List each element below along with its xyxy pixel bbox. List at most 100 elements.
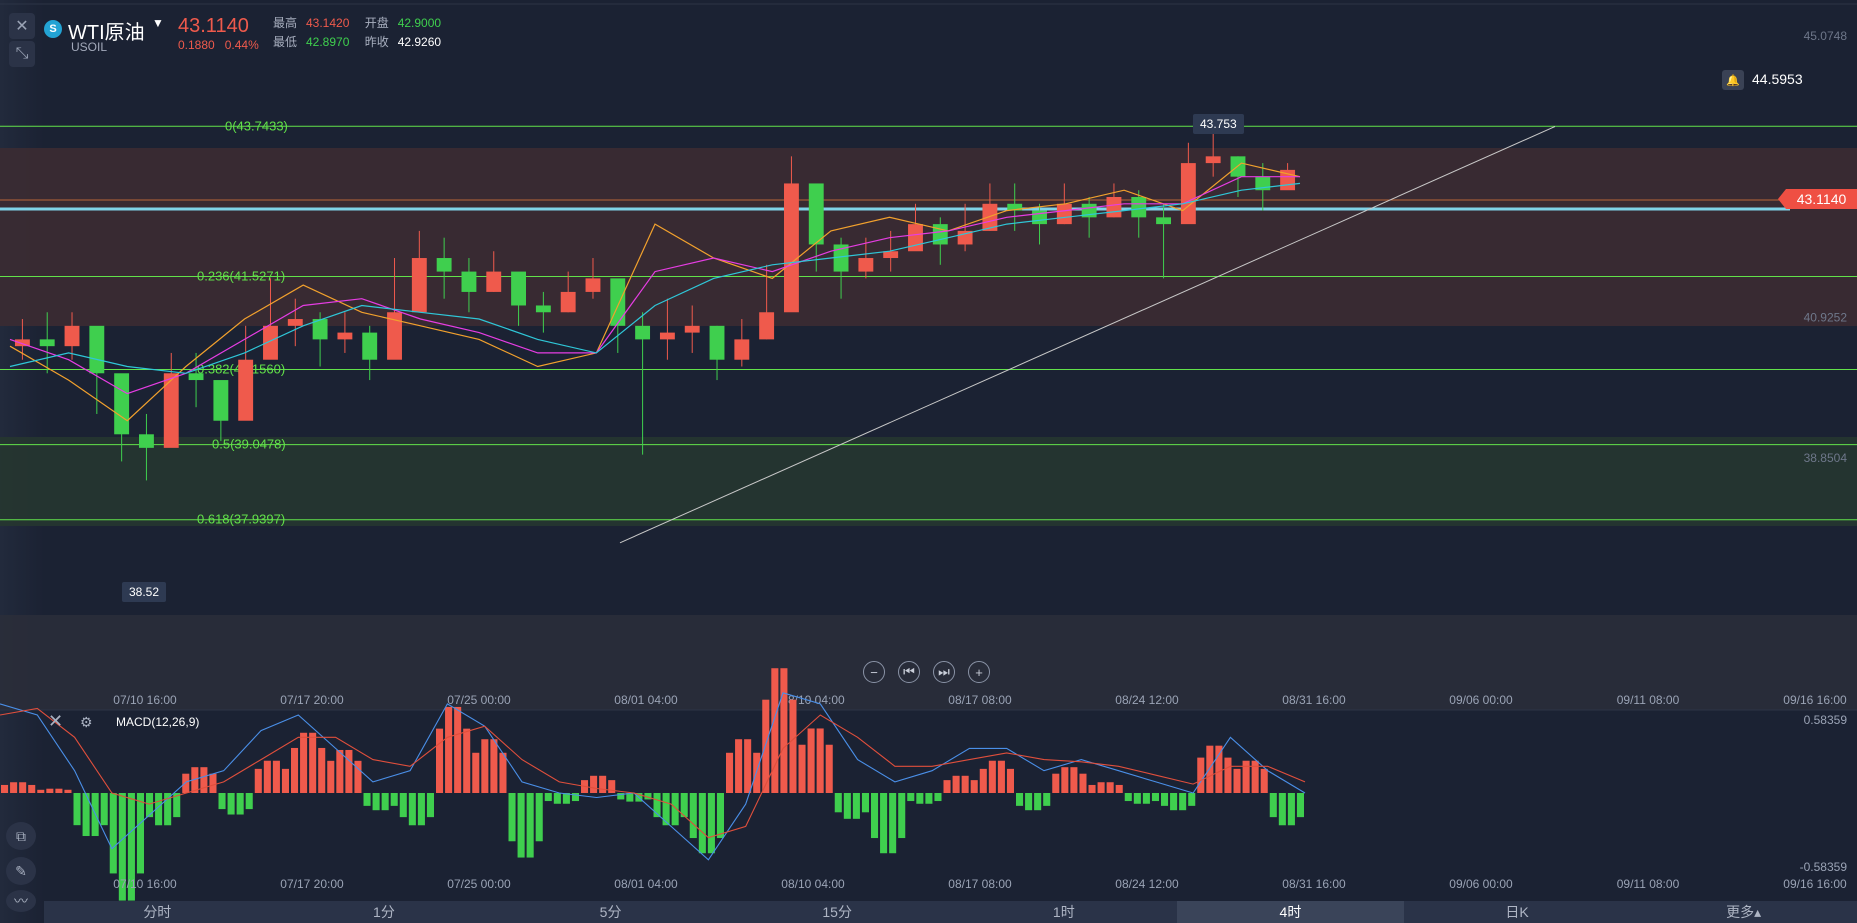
time-tick: 08/31 16:00 [1282,693,1346,707]
low-callout: 38.52 [122,582,167,602]
macd-bar [463,728,471,793]
candle-body [1106,197,1122,218]
macd-bar [544,793,552,802]
macd-bar [789,699,797,793]
price-tick: 45.0748 [1804,29,1848,43]
macd-bar [408,793,416,826]
macd-bar [1179,793,1187,811]
time-tick: 07/25 00:00 [447,877,511,891]
macd-bar [898,793,906,839]
close-indicator-icon[interactable]: ✕ [48,711,63,732]
macd-bar [689,793,697,839]
candle-body [188,373,204,381]
macd-bar [1088,784,1096,793]
time-tick: 07/17 20:00 [280,693,344,707]
macd-bar [1052,773,1060,793]
candle-body [635,325,651,340]
candle-body [535,305,551,313]
macd-bar [291,747,299,793]
tab-3[interactable]: 15分 [724,901,951,923]
candle-body [64,325,80,347]
bell-icon[interactable]: 🔔 [1722,70,1744,90]
macd-bar [671,793,679,826]
change-percent: 0.44% [224,38,259,52]
macd-bar [227,793,235,815]
indicator-icon[interactable]: 〰 [6,890,36,912]
tab-0[interactable]: 分时 [44,901,271,923]
macd-bar [327,760,335,793]
macd-bar [1061,767,1069,793]
fib-label: 0.5(39.0478) [212,437,286,452]
time-tick: 09/11 08:00 [1617,693,1680,707]
macd-bar [1124,793,1132,802]
macd-bar [390,793,398,806]
macd-bar [10,782,18,793]
macd-bar [952,775,960,793]
candle-body [362,332,378,360]
scroll-start-button[interactable]: ⏮ [898,661,920,683]
time-tick: 09/16 16:00 [1783,877,1847,891]
candle-body [337,332,353,340]
tab-1[interactable]: 1分 [271,901,498,923]
macd-bar [1242,760,1250,793]
fib-label: 0.236(41.5271) [197,269,285,284]
candle-body [659,332,675,340]
macd-bar [1006,768,1014,793]
time-tick: 09/16 16:00 [1783,693,1847,707]
macd-bar [1287,793,1295,826]
macd-bar [1097,782,1105,793]
candle-body [560,291,576,313]
macd-bar [1215,745,1223,793]
macd-bar [825,744,833,793]
macd-bar [1115,784,1123,793]
tab-6[interactable]: 日K [1404,901,1631,923]
candle-body [436,258,452,272]
macd-bar [852,793,860,819]
macd-bar [871,793,879,839]
zoom-out-button[interactable]: − [863,661,885,683]
gear-icon[interactable]: ⚙ [80,714,93,731]
time-tick: 08/01 04:00 [614,877,678,891]
tab-5[interactable]: 4时 [1177,901,1404,923]
caret-down-icon[interactable]: ▼ [152,16,164,30]
macd-bar [943,780,951,793]
macd-bar [1151,793,1159,802]
zone-0618-below [0,615,1857,710]
macd-bar [979,768,987,793]
macd-bar [281,768,289,793]
macd-bar [1016,793,1024,806]
last-price: 43.1140 [178,15,249,37]
high-callout: 43.753 [1193,114,1244,134]
scroll-end-button[interactable]: ⏭ [933,661,955,683]
macd-bar [1079,773,1087,793]
macd-bar [46,788,54,793]
macd-bar [100,793,108,826]
macd-bar [526,793,534,858]
macd-bar [508,793,516,842]
macd-bar [490,739,498,793]
macd-bar [1206,745,1214,793]
macd-bar [535,793,543,842]
macd-bar [997,760,1005,793]
pencil-icon[interactable]: ✎ [6,857,36,885]
price-chart[interactable]: 0(43.7433)0.236(41.5271)0.382(40.1560)0.… [0,0,1857,923]
low-value: 42.8970 [306,35,350,49]
macd-bar [1,784,9,793]
zoom-in-button[interactable]: + [968,661,990,683]
tab-4[interactable]: 1时 [951,901,1178,923]
candlestick-tool-icon[interactable]: ⧉ [6,822,36,850]
macd-bar [417,793,425,826]
macd-bar [707,793,715,854]
candle-body [1205,156,1221,164]
candle-body [1131,197,1147,218]
macd-bar [1296,793,1304,818]
tab-7[interactable]: 更多▴ [1630,901,1857,923]
macd-bar [1188,793,1196,806]
macd-bar [798,744,806,793]
change-value: 0.1880 [178,38,215,52]
macd-bar [970,780,978,793]
current-price-tag: 43.1140 [1778,189,1857,209]
macd-bar [1161,793,1169,806]
candle-body [734,339,750,360]
tab-2[interactable]: 5分 [497,901,724,923]
